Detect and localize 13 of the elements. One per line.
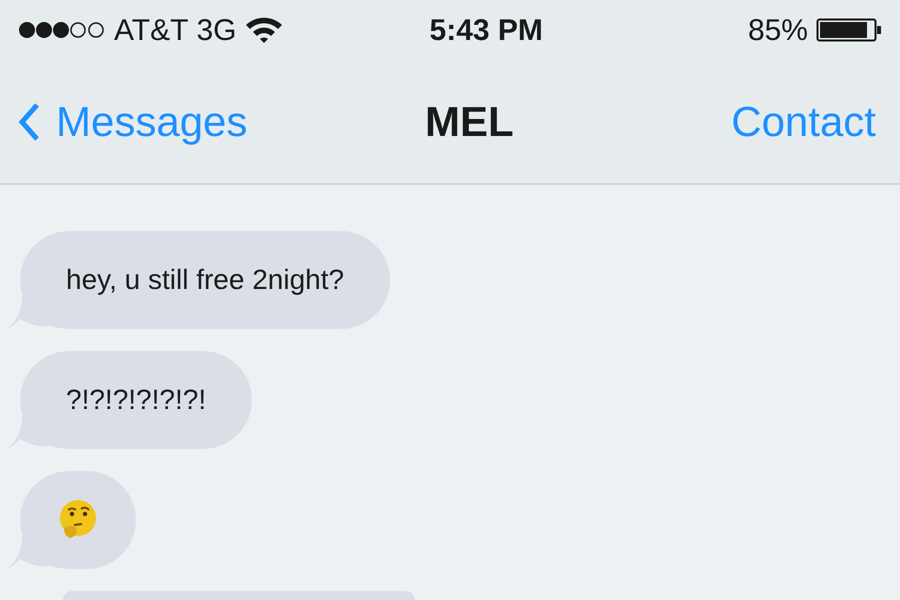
carrier-name: AT&T xyxy=(114,12,188,48)
network-type: 3G xyxy=(196,12,236,48)
clock-time: 5:43 PM xyxy=(430,12,543,48)
battery-percentage: 85% xyxy=(748,12,808,48)
message-bubble: hey, u still free 2night? xyxy=(6,231,390,329)
signal-icon xyxy=(18,21,106,39)
back-chevron-icon xyxy=(18,102,40,142)
message-bubble: ?!?!?!?!?!?! xyxy=(6,351,252,449)
contact-link[interactable]: Contact xyxy=(731,90,876,153)
wifi-icon xyxy=(244,16,284,44)
back-button[interactable]: Messages xyxy=(18,90,248,153)
conversation-title: MEL xyxy=(425,97,514,147)
battery-icon xyxy=(816,18,882,42)
